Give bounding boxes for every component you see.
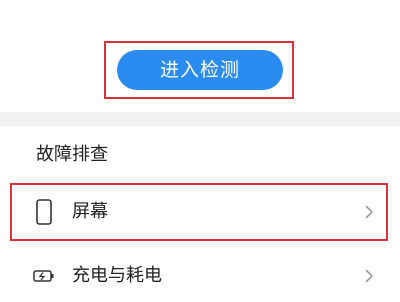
list-item-label: 屏幕 [72,201,108,222]
section-separator [0,112,400,126]
list-item-label: 充电与耗电 [72,265,162,286]
section-title: 故障排查 [36,144,108,165]
list-item-charging[interactable]: 充电与耗电 [14,250,386,302]
enter-detection-button[interactable]: 进入检测 [117,50,283,90]
list-item-screen[interactable]: 屏幕 [14,186,386,238]
